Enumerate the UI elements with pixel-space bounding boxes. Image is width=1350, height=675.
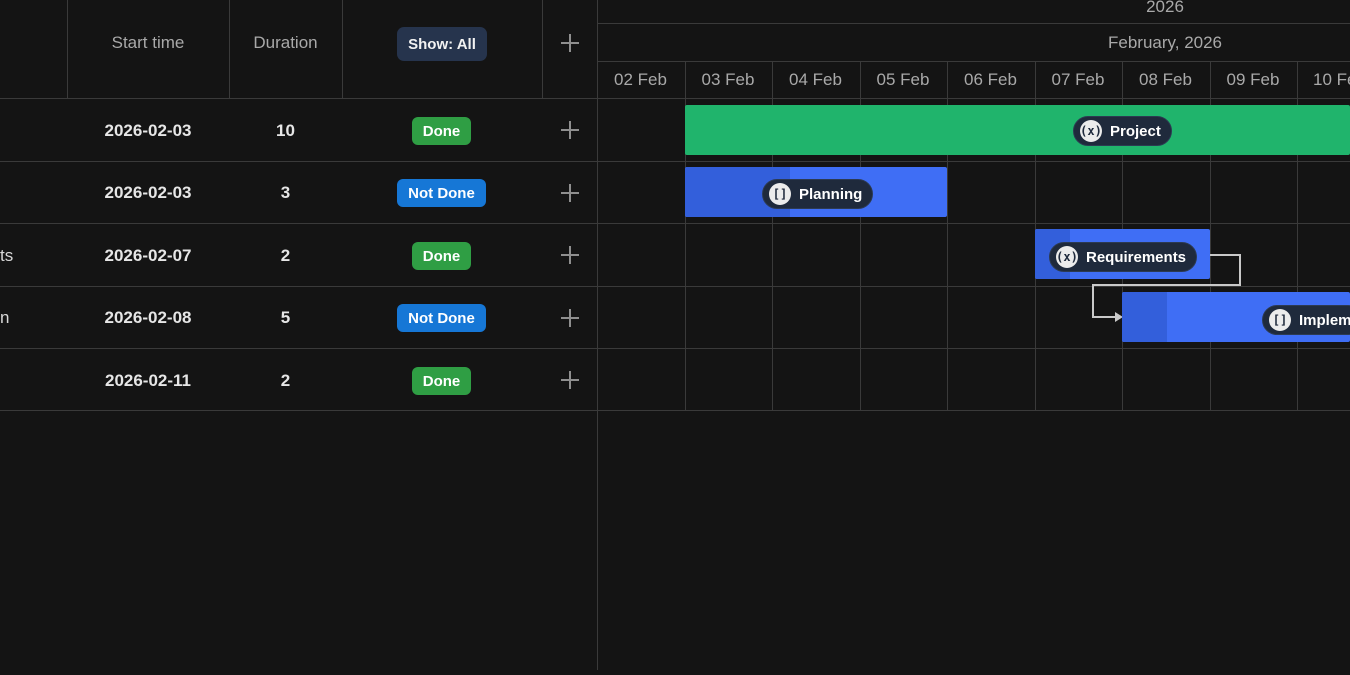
bar-label: Implem bbox=[1299, 311, 1350, 329]
bar-label: Requirements bbox=[1086, 248, 1187, 266]
gantt-bar-requirements[interactable]: (x) Requirements bbox=[1035, 229, 1210, 279]
start-time-cell: 2026-02-11 bbox=[104, 371, 192, 390]
gantt-bar-planning[interactable]: [] Planning bbox=[685, 167, 947, 217]
timeline-day-label: 05 Feb bbox=[876, 70, 930, 89]
timeline-day-label: 04 Feb bbox=[789, 70, 842, 89]
bar-label-pill: [] Planning bbox=[762, 179, 874, 209]
bar-label-pill: (x) Project bbox=[1073, 116, 1172, 146]
task-name-cell: ts bbox=[0, 246, 14, 265]
add-subtask-icon[interactable] bbox=[560, 245, 580, 265]
timeline-day-label: 07 Feb bbox=[1051, 70, 1105, 89]
column-header-duration[interactable]: Duration bbox=[229, 33, 342, 53]
bar-label: Project bbox=[1110, 122, 1161, 140]
bar-label: Planning bbox=[799, 185, 863, 203]
start-time-cell: 2026-02-03 bbox=[104, 121, 192, 140]
status-badge[interactable]: Done bbox=[412, 367, 471, 395]
add-column-icon[interactable] bbox=[560, 33, 580, 53]
add-subtask-icon[interactable] bbox=[560, 120, 580, 140]
duration-cell: 10 bbox=[276, 121, 295, 140]
column-header-start-time[interactable]: Start time bbox=[67, 33, 229, 53]
duration-cell: 3 bbox=[280, 183, 291, 202]
add-subtask-icon[interactable] bbox=[560, 370, 580, 390]
status-badge[interactable]: Not Done bbox=[397, 304, 486, 332]
timeline-day-label: 06 Feb bbox=[964, 70, 1017, 89]
timeline-month: February, 2026 bbox=[1107, 33, 1223, 52]
add-subtask-icon[interactable] bbox=[560, 308, 580, 328]
status-badge[interactable]: Done bbox=[412, 242, 471, 270]
duration-cell: 5 bbox=[280, 308, 291, 327]
bar-label-pill: [] Implem bbox=[1262, 305, 1350, 335]
bar-label-pill: (x) Requirements bbox=[1049, 242, 1198, 272]
stop-icon: [] bbox=[769, 183, 791, 205]
add-subtask-icon[interactable] bbox=[560, 183, 580, 203]
task-name-cell: n bbox=[0, 308, 10, 327]
start-time-cell: 2026-02-03 bbox=[104, 183, 192, 202]
timeline-day-label: 02 Feb bbox=[614, 70, 667, 89]
gantt-bar-implementation[interactable]: [] Implem bbox=[1122, 292, 1350, 342]
timeline-day-label: 03 Feb bbox=[701, 70, 755, 89]
status-badge[interactable]: Done bbox=[412, 117, 471, 145]
start-time-cell: 2026-02-07 bbox=[104, 246, 192, 265]
timeline-day-label: 08 Feb bbox=[1139, 70, 1192, 89]
variable-icon: (x) bbox=[1080, 120, 1102, 142]
status-filter-button[interactable]: Show: All bbox=[397, 27, 487, 61]
start-time-cell: 2026-02-08 bbox=[104, 308, 192, 327]
duration-cell: 2 bbox=[280, 371, 291, 390]
duration-cell: 2 bbox=[280, 246, 291, 265]
timeline-day-label: 09 Feb bbox=[1226, 70, 1280, 89]
gantt-bar-project[interactable]: (x) Project bbox=[685, 105, 1350, 155]
status-badge[interactable]: Not Done bbox=[397, 179, 486, 207]
stop-icon: [] bbox=[1269, 309, 1291, 331]
variable-icon: (x) bbox=[1056, 246, 1078, 268]
progress-fill bbox=[1122, 292, 1167, 342]
timeline-day-label: 10 Fe bbox=[1313, 70, 1350, 89]
timeline-year: 2026 bbox=[1146, 0, 1184, 16]
